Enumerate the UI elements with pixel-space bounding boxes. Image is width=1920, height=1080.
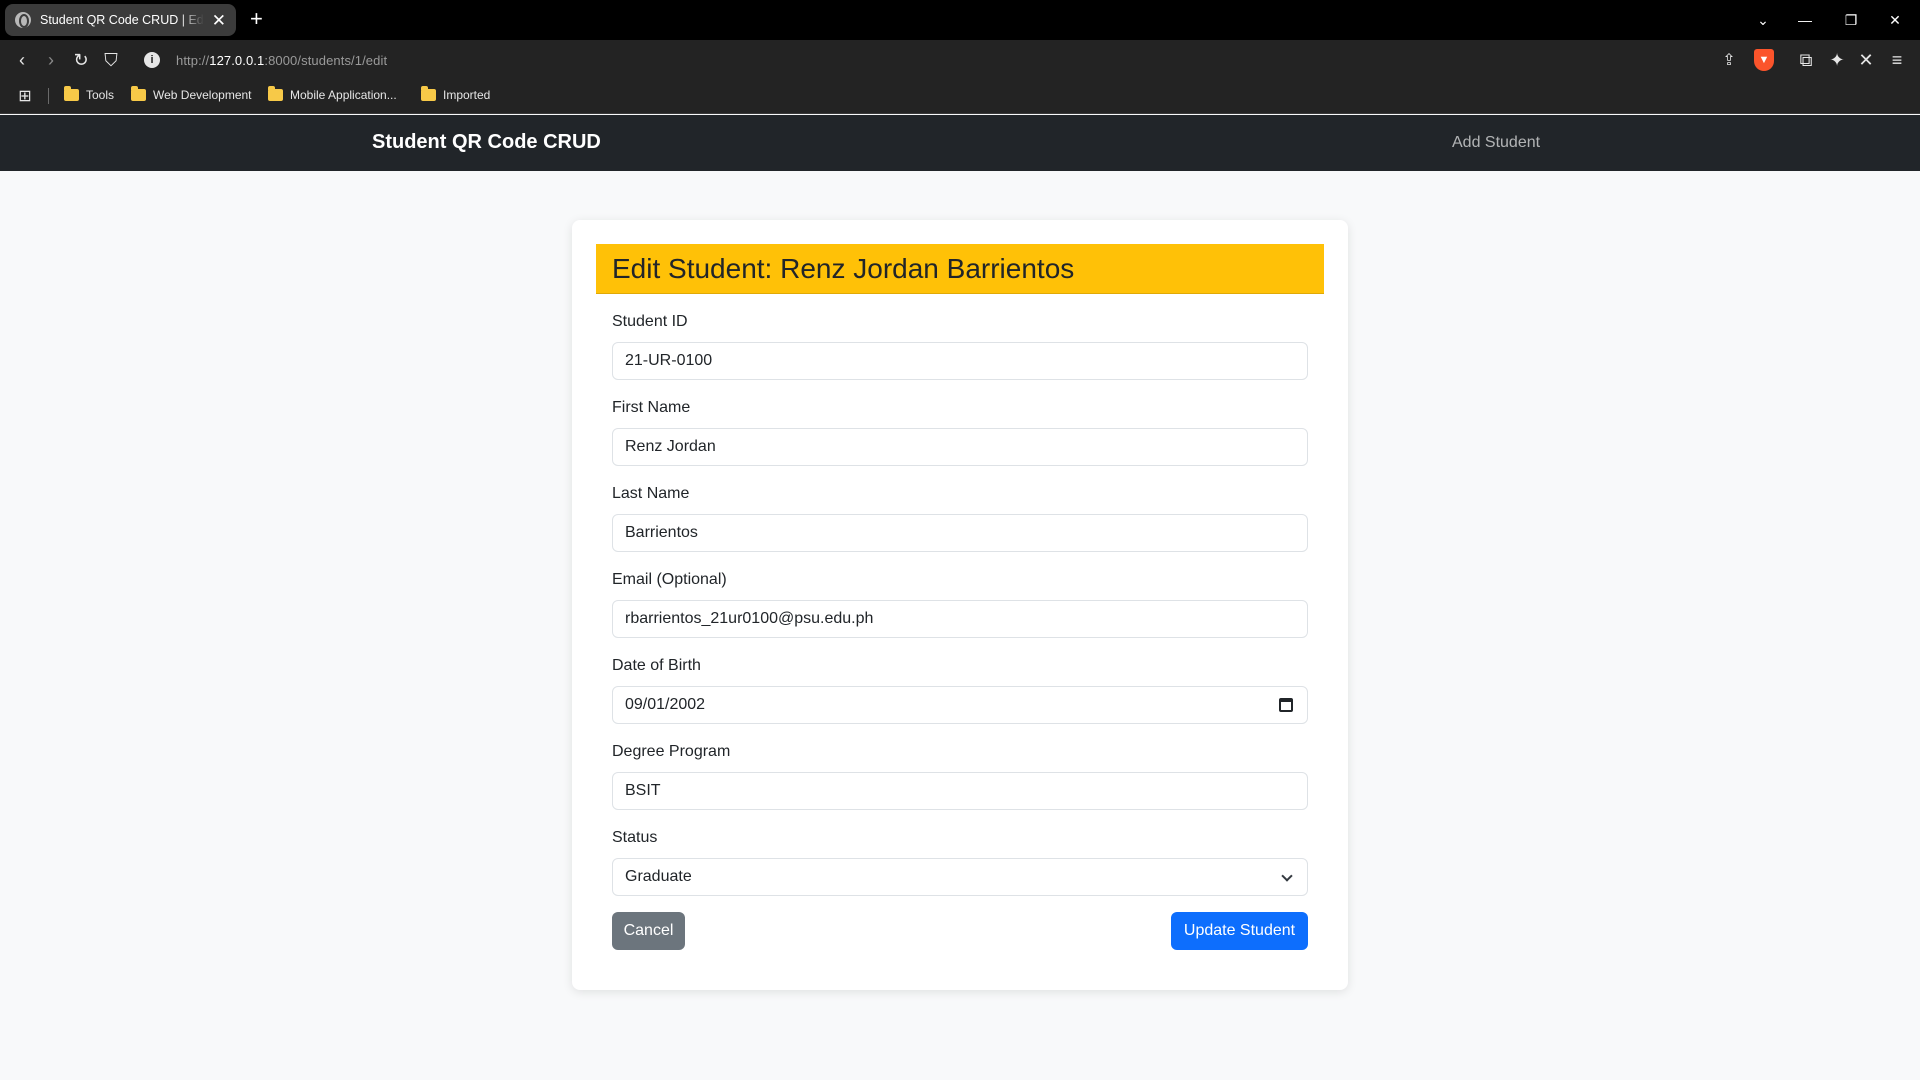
card-header: Edit Student: Renz Jordan Barrientos	[596, 244, 1324, 294]
bookmark-mobile-application[interactable]: Mobile Application...	[268, 86, 397, 102]
degree-program-value: BSIT	[625, 782, 661, 799]
info-icon[interactable]: i	[144, 52, 160, 68]
close-icon[interactable]: ✕	[212, 12, 226, 29]
browser-tab-bar: Student QR Code CRUD | Edit Student ✕ + …	[0, 0, 1920, 40]
edit-student-card: Edit Student: Renz Jordan Barrientos Stu…	[572, 220, 1348, 990]
tab-title: Student QR Code CRUD | Edit Student	[40, 13, 204, 27]
email-label: Email (Optional)	[612, 571, 727, 588]
menu-icon[interactable]: ≡	[1886, 49, 1908, 71]
share-icon[interactable]: ⇪	[1718, 49, 1740, 71]
dob-label: Date of Birth	[612, 657, 701, 674]
extensions-icon[interactable]: ⧉	[1795, 49, 1817, 71]
browser-toolbar: ‹ › ↻ ⛉ i http://127.0.0.1:8000/students…	[0, 40, 1920, 80]
student-id-label: Student ID	[612, 313, 688, 330]
apps-grid-icon[interactable]: ⊞	[14, 85, 36, 107]
last-name-input[interactable]: Barrientos	[612, 514, 1308, 552]
bookmark-tools[interactable]: Tools	[64, 86, 114, 102]
calendar-icon[interactable]	[1279, 698, 1293, 712]
update-student-button[interactable]: Update Student	[1171, 912, 1308, 950]
dob-input[interactable]: 09/01/2002	[612, 686, 1308, 724]
url-text: http://127.0.0.1:8000/students/1/edit	[176, 52, 388, 68]
first-name-input[interactable]: Renz Jordan	[612, 428, 1308, 466]
folder-icon	[268, 86, 283, 101]
status-select[interactable]: Graduate	[612, 858, 1308, 896]
forward-icon[interactable]: ›	[40, 49, 62, 71]
cancel-button[interactable]: Cancel	[612, 912, 685, 950]
status-value: Graduate	[625, 868, 692, 885]
brave-shields-icon[interactable]: ▼	[1754, 49, 1774, 71]
page-title: Edit Student: Renz Jordan Barrientos	[612, 253, 1075, 284]
last-name-value: Barrientos	[625, 524, 698, 541]
folder-icon	[131, 86, 146, 101]
reload-icon[interactable]: ↻	[70, 49, 92, 71]
restore-icon[interactable]: ❐	[1828, 0, 1874, 40]
app-navbar: Student QR Code CRUD Add Student	[0, 115, 1920, 171]
new-tab-icon[interactable]: +	[250, 7, 263, 31]
bookmarks-divider	[48, 88, 49, 104]
add-student-link[interactable]: Add Student	[1452, 134, 1540, 152]
degree-program-label: Degree Program	[612, 743, 731, 760]
first-name-label: First Name	[612, 399, 691, 416]
last-name-label: Last Name	[612, 485, 690, 502]
student-id-value: 21-UR-0100	[625, 352, 713, 369]
folder-icon	[421, 86, 436, 101]
first-name-value: Renz Jordan	[625, 438, 716, 455]
globe-icon	[15, 12, 31, 28]
email-input[interactable]: rbarrientos_21ur0100@psu.edu.ph	[612, 600, 1308, 638]
student-id-input[interactable]: 21-UR-0100	[612, 342, 1308, 380]
chevron-down-icon[interactable]: ⌄	[1740, 0, 1786, 40]
status-label: Status	[612, 829, 658, 846]
folder-icon	[64, 86, 79, 101]
bookmark-icon[interactable]: ⛉	[100, 49, 122, 71]
bookmark-imported[interactable]: Imported	[421, 86, 490, 102]
email-value: rbarrientos_21ur0100@psu.edu.ph	[625, 610, 874, 627]
bookmarks-bar: ⊞ Tools Web Development Mobile Applicati…	[0, 80, 1920, 114]
address-bar[interactable]: i http://127.0.0.1:8000/students/1/edit	[136, 46, 1920, 74]
bookmark-web-development[interactable]: Web Development	[131, 86, 252, 102]
browser-tab[interactable]: Student QR Code CRUD | Edit Student ✕	[5, 4, 236, 36]
minimize-icon[interactable]: —	[1782, 0, 1828, 40]
tools-icon[interactable]: ✕	[1855, 49, 1877, 71]
back-icon[interactable]: ‹	[11, 49, 33, 71]
leo-ai-icon[interactable]: ✦	[1826, 49, 1848, 71]
navbar-brand[interactable]: Student QR Code CRUD	[372, 131, 601, 154]
degree-program-input[interactable]: BSIT	[612, 772, 1308, 810]
window-close-icon[interactable]: ✕	[1872, 0, 1918, 40]
chevron-down-icon	[1281, 870, 1293, 882]
dob-value: 09/01/2002	[625, 696, 706, 713]
